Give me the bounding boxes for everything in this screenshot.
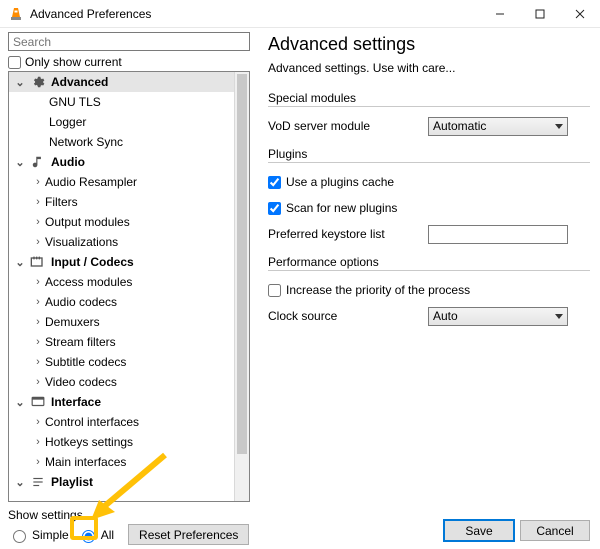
- chevron-right-icon[interactable]: ›: [31, 356, 45, 368]
- vod-server-combo[interactable]: Automatic: [428, 117, 568, 136]
- increase-priority-checkbox[interactable]: [268, 284, 281, 297]
- chevron-right-icon[interactable]: ›: [31, 416, 45, 428]
- tree-label: Advanced: [51, 75, 108, 89]
- scan-new-plugins-checkbox[interactable]: [268, 202, 281, 215]
- section-special-modules: Special modules: [268, 91, 590, 107]
- tree-item-main-interfaces[interactable]: ›Main interfaces: [9, 452, 234, 472]
- radio-all-input[interactable]: [82, 530, 95, 543]
- window-title: Advanced Preferences: [30, 7, 151, 21]
- tree-item-demuxers[interactable]: ›Demuxers: [9, 312, 234, 332]
- playlist-icon: [29, 473, 47, 491]
- tree-item-playlist[interactable]: ⌄ Playlist: [9, 472, 234, 492]
- tree-label: Input / Codecs: [51, 255, 134, 269]
- maximize-button[interactable]: [520, 0, 560, 28]
- music-note-icon: [29, 153, 47, 171]
- radio-simple[interactable]: Simple: [8, 527, 69, 543]
- title-bar: Advanced Preferences: [0, 0, 600, 28]
- keystore-input[interactable]: [428, 225, 568, 244]
- close-button[interactable]: [560, 0, 600, 28]
- only-show-current-checkbox[interactable]: [8, 56, 21, 69]
- chevron-down-icon[interactable]: ⌄: [13, 396, 27, 409]
- tree-item-audio-resampler[interactable]: ›Audio Resampler: [9, 172, 234, 192]
- window-controls: [480, 0, 600, 28]
- tree-label: Audio: [51, 155, 85, 169]
- chevron-right-icon[interactable]: ›: [31, 236, 45, 248]
- tree-item-hotkeys-settings[interactable]: ›Hotkeys settings: [9, 432, 234, 452]
- gear-icon: [29, 73, 47, 91]
- use-plugins-cache-checkbox[interactable]: [268, 176, 281, 189]
- only-show-current-label: Only show current: [25, 55, 122, 69]
- tree-item-advanced[interactable]: ⌄ Advanced: [9, 72, 234, 92]
- section-performance: Performance options: [268, 255, 590, 271]
- tree-item-input-codecs[interactable]: ⌄ Input / Codecs: [9, 252, 234, 272]
- chevron-down-icon[interactable]: ⌄: [13, 476, 27, 489]
- tree-scrollbar[interactable]: [234, 72, 249, 501]
- chevron-down-icon[interactable]: ⌄: [13, 76, 27, 89]
- app-icon: [8, 6, 24, 22]
- chevron-right-icon[interactable]: ›: [31, 196, 45, 208]
- tree-item-audio-codecs[interactable]: ›Audio codecs: [9, 292, 234, 312]
- chevron-down-icon[interactable]: ⌄: [13, 256, 27, 269]
- chevron-down-icon[interactable]: ⌄: [13, 156, 27, 169]
- scan-new-plugins-label: Scan for new plugins: [286, 201, 397, 215]
- left-panel: Only show current ⌄ Advanced GNU TLS Log…: [0, 28, 258, 549]
- tree-item-visualizations[interactable]: ›Visualizations: [9, 232, 234, 252]
- keystore-label: Preferred keystore list: [268, 227, 428, 241]
- search-input[interactable]: [8, 32, 250, 51]
- tree-item-interface[interactable]: ⌄ Interface: [9, 392, 234, 412]
- chevron-right-icon[interactable]: ›: [31, 276, 45, 288]
- chevron-right-icon[interactable]: ›: [31, 336, 45, 348]
- page-heading: Advanced settings: [268, 34, 590, 55]
- chevron-right-icon[interactable]: ›: [31, 216, 45, 228]
- vod-server-label: VoD server module: [268, 119, 428, 133]
- interface-icon: [29, 393, 47, 411]
- codec-icon: [29, 253, 47, 271]
- page-subtitle: Advanced settings. Use with care...: [268, 61, 590, 75]
- increase-priority-label: Increase the priority of the process: [286, 283, 470, 297]
- tree-item-gnu-tls[interactable]: GNU TLS: [9, 92, 234, 112]
- chevron-right-icon[interactable]: ›: [31, 296, 45, 308]
- tree-item-filters[interactable]: ›Filters: [9, 192, 234, 212]
- tree-item-stream-filters[interactable]: ›Stream filters: [9, 332, 234, 352]
- tree-item-subtitle-codecs[interactable]: ›Subtitle codecs: [9, 352, 234, 372]
- clock-source-combo[interactable]: Auto: [428, 307, 568, 326]
- tree-item-output-modules[interactable]: ›Output modules: [9, 212, 234, 232]
- tree-item-network-sync[interactable]: Network Sync: [9, 132, 234, 152]
- tree-item-access-modules[interactable]: ›Access modules: [9, 272, 234, 292]
- show-settings-label: Show settings: [8, 508, 258, 522]
- tree-item-video-codecs[interactable]: ›Video codecs: [9, 372, 234, 392]
- chevron-right-icon[interactable]: ›: [31, 436, 45, 448]
- radio-simple-input[interactable]: [13, 530, 26, 543]
- chevron-right-icon[interactable]: ›: [31, 456, 45, 468]
- right-panel: Advanced settings Advanced settings. Use…: [258, 28, 600, 549]
- save-button[interactable]: Save: [444, 520, 514, 541]
- chevron-right-icon[interactable]: ›: [31, 316, 45, 328]
- cancel-button[interactable]: Cancel: [520, 520, 590, 541]
- tree-item-control-interfaces[interactable]: ›Control interfaces: [9, 412, 234, 432]
- chevron-right-icon[interactable]: ›: [31, 176, 45, 188]
- scrollbar-thumb[interactable]: [237, 74, 247, 454]
- radio-all[interactable]: All: [77, 527, 114, 543]
- settings-tree: ⌄ Advanced GNU TLS Logger Network Sync ⌄…: [8, 71, 250, 502]
- chevron-right-icon[interactable]: ›: [31, 376, 45, 388]
- minimize-button[interactable]: [480, 0, 520, 28]
- tree-label: Playlist: [51, 475, 93, 489]
- tree-label: Interface: [51, 395, 101, 409]
- section-plugins: Plugins: [268, 147, 590, 163]
- clock-source-label: Clock source: [268, 309, 428, 323]
- reset-preferences-button[interactable]: Reset Preferences: [128, 524, 249, 545]
- tree-item-logger[interactable]: Logger: [9, 112, 234, 132]
- use-plugins-cache-label: Use a plugins cache: [286, 175, 394, 189]
- tree-item-audio[interactable]: ⌄ Audio: [9, 152, 234, 172]
